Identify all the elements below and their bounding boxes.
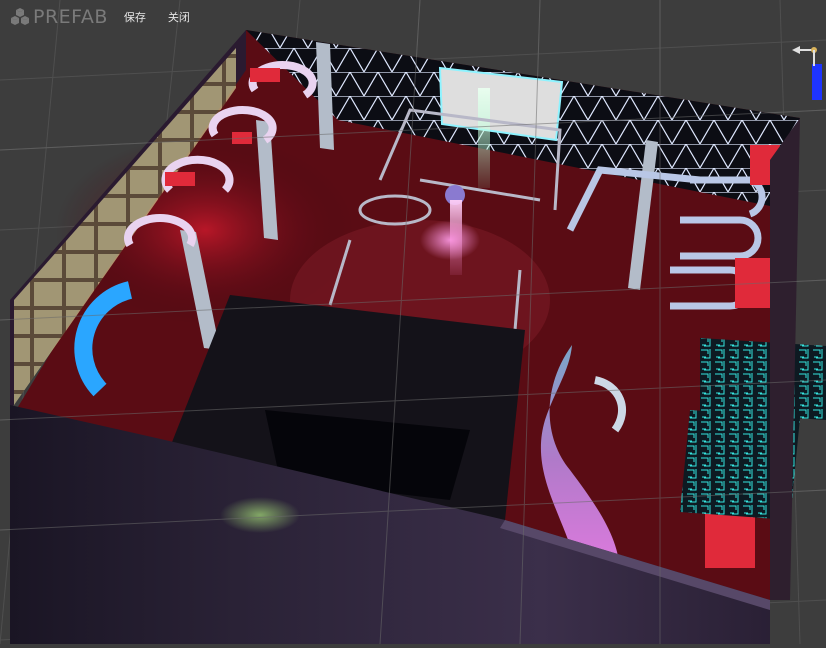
neon-circuit-blocks [680,338,826,520]
save-button[interactable]: 保存 [122,7,148,27]
axis-gizmo-icon [792,46,822,100]
logo-text: PREFAB [33,6,108,28]
stage-light-beam [478,88,490,188]
scene-canvas[interactable] [0,0,826,645]
nightclub-model[interactable] [10,30,826,644]
close-button[interactable]: 关闭 [166,7,192,27]
app-logo: PREFAB [10,0,108,34]
axis-gizmo[interactable] [792,38,826,100]
cubes-icon [11,8,29,25]
top-toolbar: PREFAB 保存 关闭 [0,0,826,34]
3d-viewport[interactable] [0,0,826,645]
